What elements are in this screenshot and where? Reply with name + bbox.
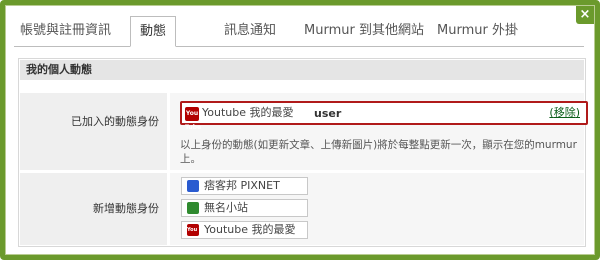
identity-name: Youtube 我的最愛	[202, 106, 294, 119]
remove-label[interactable]: 移除	[554, 106, 576, 119]
add-identity-options: 痞客邦 PIXNET 無名小站 You Tube Youtube 我的最愛	[170, 173, 584, 245]
add-youtube-button[interactable]: You Tube Youtube 我的最愛	[181, 221, 308, 239]
section-title: 我的個人動態	[20, 60, 584, 80]
tab-bar: 帳號與註冊資訊 動態 訊息通知 Murmur 到其他網站 Murmur 外掛	[14, 16, 584, 47]
tab-account[interactable]: 帳號與註冊資訊	[20, 16, 111, 47]
update-note: 以上身份的動態(如更新文章、上傳新圖片)將於每整點更新一次，顯示在您的murmu…	[180, 139, 577, 165]
tab-activity[interactable]: 動態	[130, 16, 177, 47]
tab-notifications[interactable]: 訊息通知	[224, 16, 276, 47]
add-option-label: 無名小站	[204, 201, 248, 214]
add-identity-label: 新增動態身份	[20, 173, 167, 245]
activity-panel: 我的個人動態 已加入的動態身份 You Tube Youtube 我的最愛 (移…	[18, 58, 588, 247]
add-wretch-button[interactable]: 無名小站	[181, 199, 308, 217]
site-icon	[187, 202, 199, 214]
pixnet-icon	[187, 180, 199, 192]
remove-link[interactable]: (移除)	[549, 103, 580, 123]
tab-murmur-other-sites[interactable]: Murmur 到其他網站	[304, 16, 424, 47]
identity-user-field[interactable]	[292, 105, 402, 121]
joined-identities-label: 已加入的動態身份	[20, 93, 167, 170]
add-pixnet-button[interactable]: 痞客邦 PIXNET	[181, 177, 308, 195]
add-option-label: Youtube 我的最愛	[204, 223, 296, 236]
tab-murmur-plugins[interactable]: Murmur 外掛	[437, 16, 518, 47]
youtube-icon: You Tube	[187, 224, 212, 236]
joined-identities: You Tube Youtube 我的最愛 (移除) 以上身份的動態(如更新文章…	[170, 93, 588, 170]
add-option-label: 痞客邦 PIXNET	[204, 179, 280, 192]
identity-item: You Tube Youtube 我的最愛 (移除)	[180, 101, 588, 131]
youtube-icon: You Tube	[185, 107, 201, 131]
dialog: × 帳號與註冊資訊 動態 訊息通知 Murmur 到其他網站 Murmur 外掛…	[5, 5, 595, 255]
